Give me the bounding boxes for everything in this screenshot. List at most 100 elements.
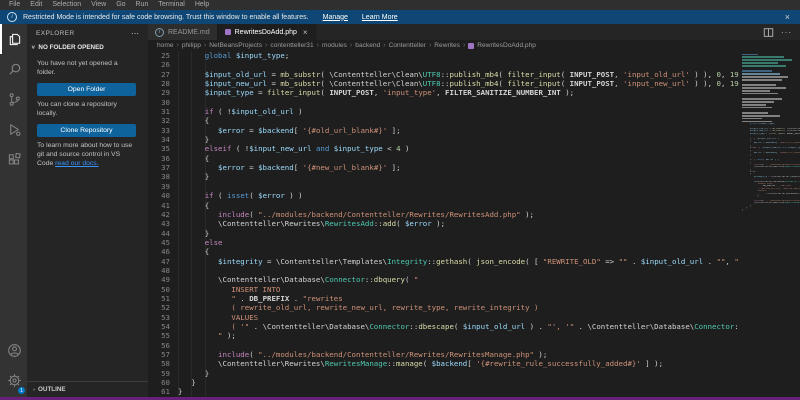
read-our-docs-link[interactable]: read our docs. <box>55 160 98 167</box>
code-line: " ); <box>178 331 739 340</box>
sidebar-item-source-control[interactable] <box>0 84 27 114</box>
breadcrumb-separator: › <box>383 42 385 49</box>
code-line: include( "../modules/backend/Contenttell… <box>178 350 739 359</box>
restricted-mode-banner: i Restricted Mode is intended for safe c… <box>0 10 800 24</box>
menu-edit[interactable]: Edit <box>25 0 47 10</box>
code-line <box>178 98 739 107</box>
code-line <box>178 341 739 350</box>
banner-message: Restricted Mode is intended for safe cod… <box>23 14 309 21</box>
account-icon <box>7 343 22 358</box>
breadcrumb-item[interactable]: RewritesDoAdd.php <box>477 42 536 49</box>
code-line: $error = $backend[ '{#old_url_blank#}' ]… <box>178 126 739 135</box>
breadcrumb-item[interactable]: modules <box>322 42 347 49</box>
tab-rewritesdoadd[interactable]: RewritesDoAdd.php × <box>218 24 316 40</box>
banner-close-icon[interactable]: × <box>782 13 793 22</box>
code-line: { <box>178 116 739 125</box>
breadcrumb-item[interactable]: Contentteller <box>389 42 426 49</box>
account-button[interactable] <box>0 335 27 365</box>
clone-repository-button[interactable]: Clone Repository <box>37 124 136 137</box>
code-line: } <box>178 135 739 144</box>
breadcrumb-separator: › <box>350 42 352 49</box>
breadcrumb-separator: › <box>204 42 206 49</box>
code-line: " . DB_PREFIX . "rewrites <box>178 294 739 303</box>
menu-selection[interactable]: Selection <box>47 0 86 10</box>
code-line: } <box>178 378 739 387</box>
code-line: $input_new_url = mb_substr( \Contenttell… <box>178 79 739 88</box>
open-folder-button[interactable]: Open Folder <box>37 83 136 96</box>
menu-go[interactable]: Go <box>111 0 130 10</box>
more-actions-icon[interactable]: ··· <box>781 28 792 37</box>
code-line: { <box>178 154 739 163</box>
php-icon <box>225 29 231 35</box>
tab-close-icon[interactable]: × <box>303 28 308 37</box>
minimap[interactable]: global $input_type; $input_old_url = mb_… <box>739 51 800 397</box>
extensions-icon <box>7 152 22 167</box>
code-line: \Contentteller\Rewrites\RewritesManage::… <box>178 359 739 368</box>
breadcrumb-separator: › <box>265 42 267 49</box>
sidebar-more-icon[interactable]: ⋯ <box>131 29 140 38</box>
code-line: VALUES <box>178 313 739 322</box>
breadcrumb-item[interactable]: philipp <box>182 42 201 49</box>
menu-run[interactable]: Run <box>131 0 154 10</box>
settings-badge: 1 <box>18 387 25 394</box>
code-line: { <box>178 247 739 256</box>
files-icon <box>7 32 22 47</box>
code-area: 2526272829303132333435363738394041424344… <box>148 51 800 397</box>
code-line: } <box>178 229 739 238</box>
code-line <box>178 266 739 275</box>
markdown-icon: i <box>155 28 164 37</box>
code-content[interactable]: global $input_type; $input_old_url = mb_… <box>178 51 739 397</box>
code-line: $input_type = filter_input( INPUT_POST, … <box>178 88 739 97</box>
clone-text: You can clone a repository locally. <box>37 101 136 118</box>
code-line: $integrity = \Contentteller\Templates\In… <box>178 257 739 266</box>
code-line: ( '" . \Contentteller\Database\Connector… <box>178 322 739 331</box>
breadcrumb-item[interactable]: Rewrites <box>434 42 460 49</box>
outline-section-header[interactable]: › OUTLINE <box>27 381 148 397</box>
breadcrumb[interactable]: home›philipp›NetBeansProjects›contenttel… <box>148 40 800 51</box>
sidebar-item-run-debug[interactable] <box>0 114 27 144</box>
breadcrumb-separator: › <box>463 42 465 49</box>
breadcrumb-item[interactable]: backend <box>355 42 380 49</box>
code-line: $error = $backend[ '{#new_url_blank#}' ]… <box>178 163 739 172</box>
code-line: if ( !$input_old_url ) <box>178 107 739 116</box>
breadcrumb-separator: › <box>317 42 319 49</box>
breadcrumb-item[interactable]: NetBeansProjects <box>209 42 262 49</box>
run-debug-icon <box>7 122 22 137</box>
manage-link[interactable]: Manage <box>323 14 348 21</box>
code-line: { <box>178 201 739 210</box>
code-line: if ( isset( $error ) ) <box>178 191 739 200</box>
code-line: \Contentteller\Database\Connector::dbque… <box>178 275 739 284</box>
learn-more-link[interactable]: Learn More <box>362 14 398 21</box>
breadcrumb-item[interactable]: contentteller31 <box>270 42 313 49</box>
tab-readme[interactable]: i README.md <box>148 24 218 40</box>
sidebar-title: EXPLORER <box>36 30 75 37</box>
breadcrumb-separator: › <box>177 42 179 49</box>
menu-view[interactable]: View <box>86 0 111 10</box>
code-line <box>178 182 739 191</box>
section-no-folder-opened[interactable]: ∨ NO FOLDER OPENED <box>27 41 148 53</box>
activity-bar: 1 <box>0 24 27 397</box>
no-folder-text: You have not yet opened a folder. <box>37 60 136 77</box>
menu-terminal[interactable]: Terminal <box>153 0 189 10</box>
code-line: INSERT INTO <box>178 285 739 294</box>
chevron-right-icon: › <box>33 387 35 392</box>
sidebar-item-extensions[interactable] <box>0 144 27 174</box>
menu-file[interactable]: File <box>4 0 25 10</box>
editor-group: i README.md RewritesDoAdd.php × ··· hom <box>148 24 800 397</box>
code-line: ( rewrite_old_url, rewrite_new_url, rewr… <box>178 303 739 312</box>
chevron-down-icon: ∨ <box>31 45 35 51</box>
sidebar-item-search[interactable] <box>0 54 27 84</box>
settings-button[interactable]: 1 <box>0 365 27 395</box>
code-line: include( "../modules/backend/Contenttell… <box>178 210 739 219</box>
code-line: elseif ( !$input_new_url and $input_type… <box>178 144 739 153</box>
tab-bar: i README.md RewritesDoAdd.php × ··· <box>148 24 800 40</box>
breadcrumb-item[interactable]: home <box>157 42 174 49</box>
settings-gear-icon <box>7 373 22 388</box>
split-editor-icon[interactable] <box>763 27 774 38</box>
vscode-window: FileEditSelectionViewGoRunTerminalHelp i… <box>0 0 800 400</box>
breadcrumb-separator: › <box>429 42 431 49</box>
sidebar-item-explorer[interactable] <box>0 24 27 54</box>
code-line <box>178 60 739 69</box>
menu-help[interactable]: Help <box>190 0 214 10</box>
info-icon: i <box>7 12 17 22</box>
